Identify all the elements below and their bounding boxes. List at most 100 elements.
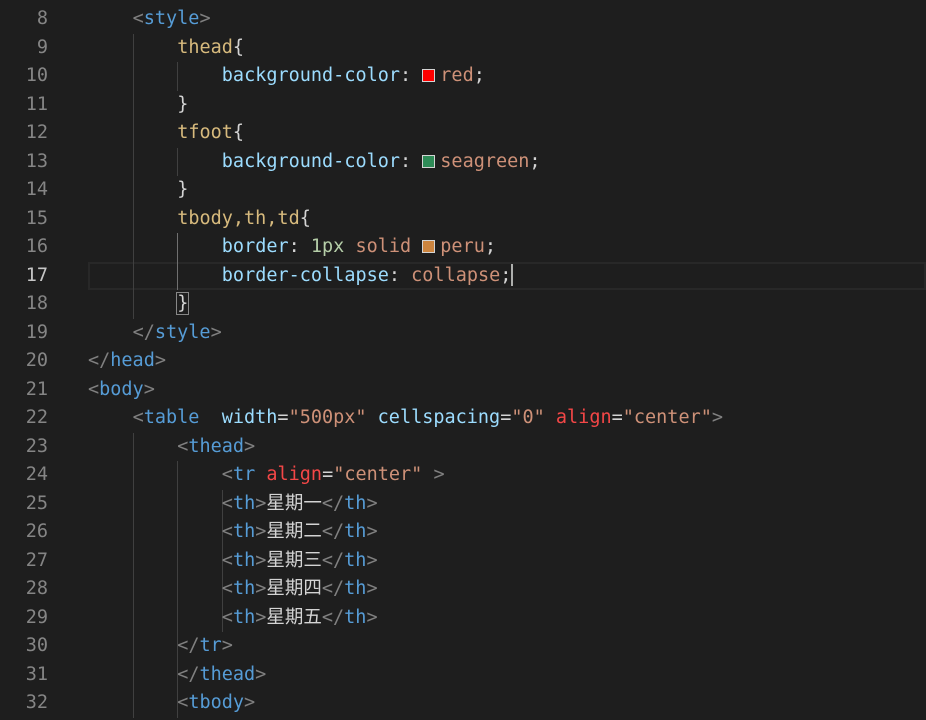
line-code[interactable]: border: 1px solid peru; <box>222 233 496 262</box>
line-code[interactable]: tfoot{ <box>177 119 244 148</box>
code-token: th <box>344 549 367 571</box>
code-token: < <box>177 435 189 457</box>
line-code[interactable]: background-color: red; <box>222 62 485 91</box>
line-code[interactable]: } <box>177 176 188 205</box>
code-token: > <box>255 549 267 571</box>
line-code[interactable]: thead{ <box>177 34 244 63</box>
code-token: peru <box>440 236 485 257</box>
code-token: ; <box>484 236 496 257</box>
code-token: : <box>388 264 412 286</box>
code-token: tbody <box>188 692 245 713</box>
line-number: 21 <box>25 378 48 400</box>
code-line[interactable]: 22 <table width="500px" cellspacing="0" a… <box>0 404 926 433</box>
code-token: "center" <box>333 464 423 485</box>
code-line[interactable]: 31 </thead> <box>0 661 926 690</box>
code-token: </ <box>88 350 111 371</box>
code-token: solid <box>344 236 423 257</box>
line-number: 8 <box>36 8 48 29</box>
line-code[interactable]: <tr align="center" > <box>222 461 445 490</box>
code-token: tfoot <box>177 122 233 143</box>
line-code[interactable]: border-collapse: collapse; <box>222 262 514 291</box>
code-line[interactable]: 17 border-collapse: collapse; <box>0 262 926 291</box>
code-token: < <box>88 378 100 400</box>
code-token: : <box>400 65 423 86</box>
code-line[interactable]: 28 <th>星期四</th> <box>0 575 926 604</box>
code-line[interactable]: 9 thead{ <box>0 34 926 63</box>
code-token: background-color <box>221 65 401 86</box>
code-line[interactable]: 13 background-color: seagreen; <box>0 148 926 177</box>
code-line[interactable]: 27 <th>星期三</th> <box>0 547 926 576</box>
line-number: 22 <box>25 407 48 428</box>
code-token: > <box>154 350 166 371</box>
code-line[interactable]: 23 <thead> <box>0 433 926 462</box>
line-code[interactable]: <tbody> <box>177 689 255 718</box>
code-token: 星期一 <box>266 492 322 514</box>
code-line[interactable]: 19 </style> <box>0 319 926 348</box>
code-token: background-color <box>221 150 401 172</box>
code-token: < <box>221 492 233 514</box>
code-token: "center" <box>622 407 712 428</box>
code-token: style <box>154 321 211 343</box>
code-token: width <box>221 407 278 428</box>
code-token: } <box>177 93 189 115</box>
code-line[interactable]: 12 tfoot{ <box>0 119 926 148</box>
code-line[interactable]: 14} <box>0 176 926 205</box>
code-token: > <box>711 407 723 428</box>
code-token: align <box>555 407 612 428</box>
code-line[interactable]: 18} <box>0 290 926 319</box>
line-code[interactable]: } <box>177 91 188 120</box>
line-number: 24 <box>25 464 48 485</box>
line-code[interactable]: background-color: seagreen; <box>222 148 541 177</box>
line-number: 31 <box>25 663 48 685</box>
line-code[interactable]: <th>星期四</th> <box>222 575 378 604</box>
code-token: < <box>221 549 233 571</box>
code-editor[interactable]: 8 <style> 9 thead{10 background-color: red; 1… <box>0 0 926 720</box>
code-token: </ <box>321 521 345 542</box>
code-token: collapse <box>411 264 501 286</box>
line-code[interactable]: tbody,th,td{ <box>177 205 311 234</box>
line-number: 23 <box>25 435 48 457</box>
code-line[interactable]: 21 <body> <box>0 376 926 405</box>
code-token: 星期五 <box>266 606 322 628</box>
code-line[interactable]: 32 <tbody> <box>0 689 926 718</box>
line-code[interactable]: <th>星期三</th> <box>222 547 378 576</box>
line-number: 19 <box>25 321 48 343</box>
code-token: > <box>366 578 378 599</box>
line-code[interactable]: } <box>176 290 190 319</box>
line-number: 25 <box>25 492 48 514</box>
code-token: ; <box>473 65 485 86</box>
line-code[interactable]: </tr> <box>177 632 233 661</box>
line-code[interactable]: <th>星期一</th> <box>222 490 378 519</box>
line-code[interactable]: <style> <box>133 5 211 34</box>
code-line[interactable]: 16 border: 1px solid peru; <box>0 233 926 262</box>
code-token: > <box>433 464 445 485</box>
code-token: </ <box>177 663 200 685</box>
line-code[interactable]: <th>星期二</th> <box>222 518 378 547</box>
code-token: < <box>221 464 233 485</box>
code-line[interactable]: 11} <box>0 91 926 120</box>
code-token: cellspacing <box>377 407 501 428</box>
code-token: th <box>232 492 256 514</box>
code-line[interactable]: 15 tbody,th,td{ <box>0 205 926 234</box>
code-line[interactable]: 30 </tr> <box>0 632 926 661</box>
code-line[interactable]: 8 <style> <box>0 5 926 34</box>
code-line[interactable]: 10 background-color: red; <box>0 62 926 91</box>
code-token: th <box>232 578 256 599</box>
color-swatch-icon[interactable] <box>422 69 436 82</box>
code-line[interactable]: 25 <th>星期一</th> <box>0 490 926 519</box>
line-number: 26 <box>25 521 48 542</box>
line-code[interactable]: </head> <box>88 347 166 376</box>
line-code[interactable]: <th>星期五</th> <box>222 604 378 633</box>
color-swatch-icon[interactable] <box>422 240 436 253</box>
line-code[interactable]: <thead> <box>177 433 255 462</box>
code-line[interactable]: 20 </head> <box>0 347 926 376</box>
line-code[interactable]: <table width="500px" cellspacing="0" ali… <box>133 404 723 433</box>
line-code[interactable]: <body> <box>88 376 155 405</box>
code-line[interactable]: 26 <th>星期二</th> <box>0 518 926 547</box>
code-line[interactable]: 24 <tr align="center" > <box>0 461 926 490</box>
line-code[interactable]: </style> <box>133 319 222 348</box>
code-line[interactable]: 29 <th>星期五</th> <box>0 604 926 633</box>
color-swatch-icon[interactable] <box>422 154 436 168</box>
line-code[interactable]: </thead> <box>177 661 266 690</box>
